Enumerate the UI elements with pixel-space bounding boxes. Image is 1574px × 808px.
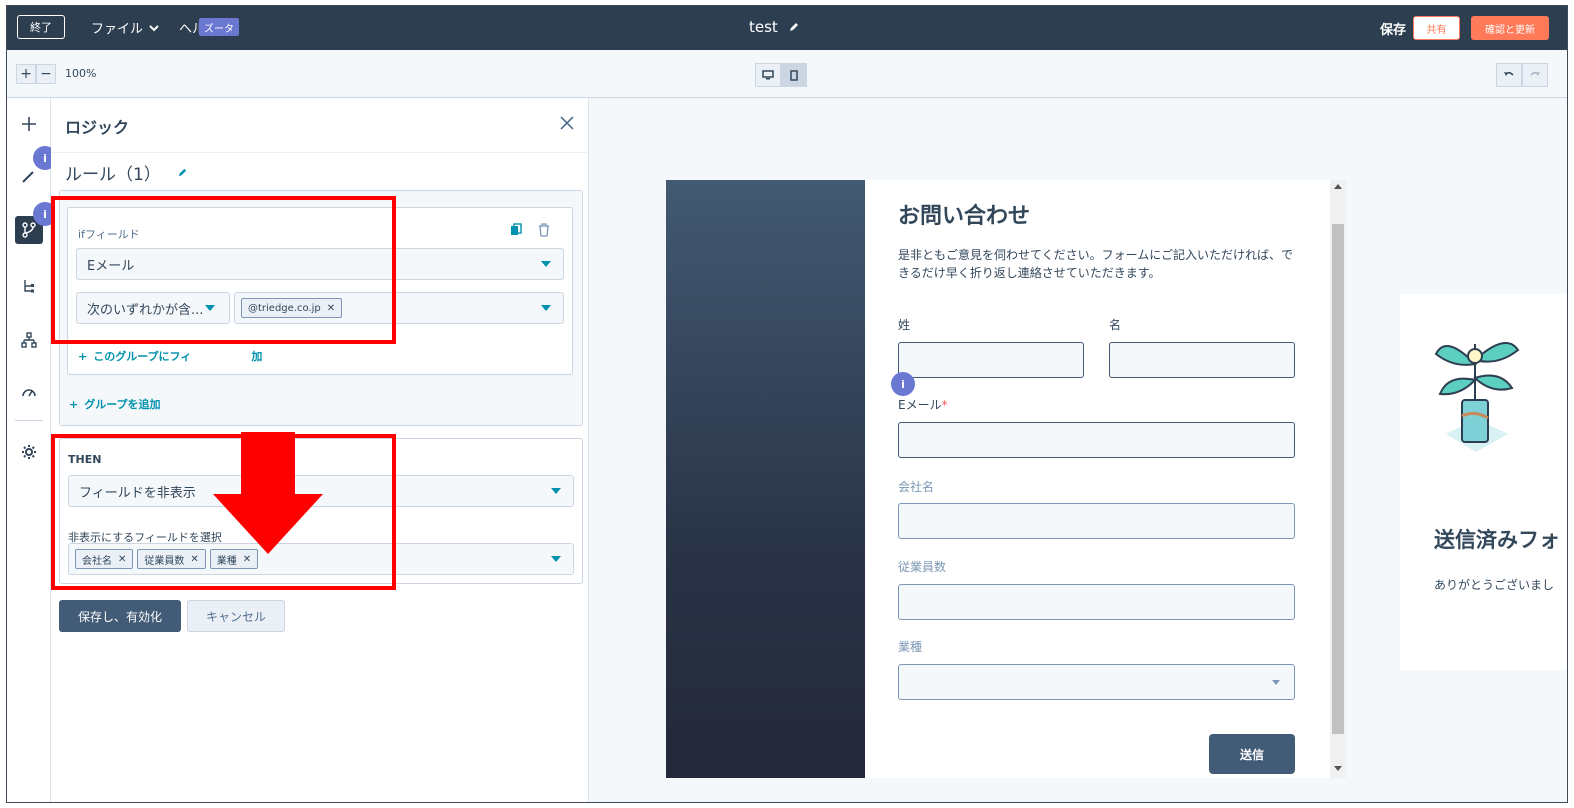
editor-toolbar: + − 100% <box>7 50 1567 98</box>
scroll-thumb[interactable] <box>1332 224 1344 734</box>
panel-divider <box>51 152 588 153</box>
zoom-in-button[interactable]: + <box>16 64 36 84</box>
zoom-level: 100% <box>65 67 97 80</box>
info-badge[interactable]: i <box>891 372 915 396</box>
annotation-arrow-icon <box>213 432 323 554</box>
preview-canvas: お問い合わせ 是非ともご意見を伺わせてください。フォームにご記入いただければ、で… <box>589 98 1567 802</box>
plant-illustration-icon <box>1434 341 1520 452</box>
employees-input[interactable] <box>898 584 1295 620</box>
condition-actions <box>510 223 550 237</box>
zoom-controls: + − <box>16 64 56 84</box>
caret-down-icon <box>551 556 561 562</box>
annotation-box-if <box>51 196 396 344</box>
thank-you-title: 送信済みフォ <box>1434 528 1560 552</box>
form-scrollbar[interactable] <box>1330 180 1346 778</box>
form-description: 是非ともご意見を伺わせてください。フォームにご記入いただければ、できるだけ早く折… <box>898 248 1294 280</box>
employees-label: 従業員数 <box>898 560 947 574</box>
exit-button[interactable]: 終了 <box>17 15 65 39</box>
add-filter-link[interactable]: + このグループにフィ 加 <box>78 348 262 364</box>
logic-panel: ロジック ルール（1） ifフィールド Eメール 次のいずれかが含... @tr… <box>51 98 589 802</box>
add-filter-text-tail: 加 <box>251 350 263 363</box>
company-label: 会社名 <box>898 480 935 494</box>
plus-icon: + <box>78 349 88 363</box>
rule-title: ルール（1） <box>65 160 188 185</box>
file-menu-label: ファイル <box>91 22 144 37</box>
add-icon[interactable] <box>15 110 43 138</box>
desktop-view-button[interactable] <box>755 63 781 87</box>
document-title-text: test <box>749 18 778 36</box>
history-controls <box>1496 63 1548 87</box>
save-status[interactable]: 保存 <box>1380 19 1406 38</box>
scroll-down-arrow-icon[interactable] <box>1334 766 1342 771</box>
first-name-input[interactable] <box>1109 342 1295 378</box>
scroll-up-arrow-icon[interactable] <box>1334 184 1342 189</box>
help-badge: ズータ <box>199 18 239 36</box>
zoom-out-button[interactable]: − <box>36 64 56 84</box>
add-group-text: グループを追加 <box>84 398 161 411</box>
desktop-icon <box>762 70 774 80</box>
form-preview: お問い合わせ 是非ともご意見を伺わせてください。フォームにご記入いただければ、で… <box>865 180 1330 778</box>
add-group-link[interactable]: + グループを追加 <box>69 396 161 412</box>
rule-title-text: ルール（1） <box>65 165 161 185</box>
add-filter-text: このグループにフィ <box>93 350 192 363</box>
first-name-label: 名 <box>1109 318 1122 332</box>
app-window: 終了 ファイル ヘル ズータ test 保存 共有 確認と更新 + − 100% <box>6 5 1568 803</box>
gauge-icon[interactable] <box>15 378 43 406</box>
thank-you-text: ありがとうございまし <box>1434 578 1555 592</box>
device-toggle <box>755 63 807 87</box>
document-title[interactable]: test <box>749 18 800 36</box>
thank-you-preview: 送信済みフォ ありがとうございまし <box>1400 294 1567 670</box>
copy-icon[interactable] <box>510 223 522 237</box>
redo-icon <box>1530 71 1540 76</box>
pencil-icon[interactable] <box>788 21 800 33</box>
undo-icon <box>1504 71 1514 76</box>
top-bar: 終了 ファイル ヘル ズータ test 保存 共有 確認と更新 <box>7 6 1567 50</box>
email-input[interactable] <box>898 422 1295 458</box>
mobile-icon <box>790 69 798 81</box>
rail-divider <box>15 420 43 421</box>
org-chart-icon[interactable] <box>15 326 43 354</box>
cancel-button[interactable]: キャンセル <box>187 600 285 632</box>
file-menu[interactable]: ファイル <box>91 18 159 37</box>
last-name-label: 姓 <box>898 318 911 332</box>
redo-button[interactable] <box>1522 63 1548 87</box>
trash-icon[interactable] <box>538 223 550 237</box>
undo-button[interactable] <box>1496 63 1522 87</box>
required-mark: * <box>941 398 948 412</box>
company-input[interactable] <box>898 503 1295 539</box>
caret-down-icon <box>541 305 551 311</box>
caret-down-icon <box>551 488 561 494</box>
plus-icon: + <box>69 397 79 411</box>
close-icon[interactable] <box>559 112 575 137</box>
gear-icon[interactable] <box>15 438 43 466</box>
last-name-input[interactable] <box>898 342 1084 378</box>
review-update-button[interactable]: 確認と更新 <box>1471 16 1549 40</box>
form-title: お問い合わせ <box>898 204 1031 229</box>
pencil-icon[interactable] <box>177 167 188 178</box>
email-label-text: Eメール <box>898 398 942 412</box>
tree-icon[interactable] <box>15 272 43 300</box>
panel-title: ロジック <box>65 118 130 137</box>
left-rail: i i <box>7 98 57 802</box>
share-button[interactable]: 共有 <box>1413 16 1460 40</box>
mobile-view-button[interactable] <box>781 63 807 87</box>
caret-down-icon <box>541 261 551 267</box>
save-activate-button[interactable]: 保存し、有効化 <box>59 600 181 632</box>
submit-button[interactable]: 送信 <box>1209 734 1295 774</box>
email-label: Eメール* <box>898 396 948 413</box>
caret-down-icon <box>1272 680 1280 685</box>
chevron-down-icon <box>149 24 159 31</box>
industry-label: 業種 <box>898 640 923 654</box>
industry-select[interactable] <box>898 664 1295 700</box>
form-hero-panel <box>666 180 865 778</box>
